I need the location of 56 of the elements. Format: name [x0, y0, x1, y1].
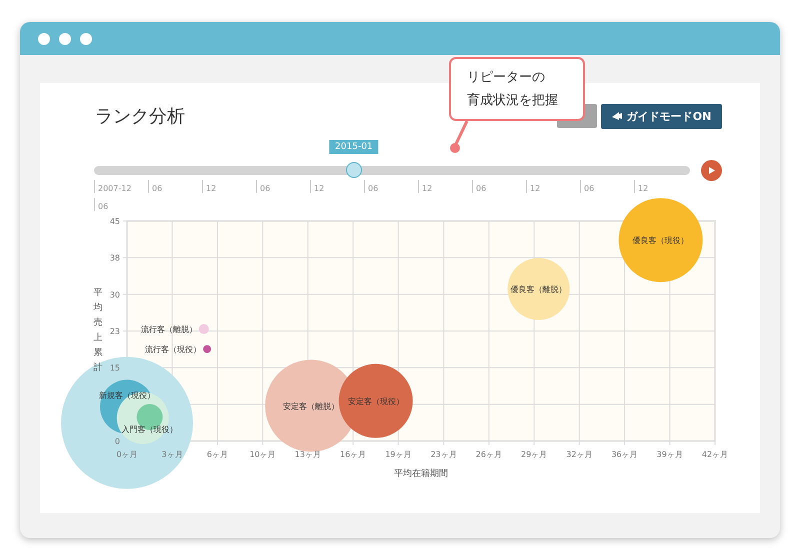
x-axis-label: 6ヶ月 [206, 450, 228, 459]
bubble-label: 安定客（離脱） [283, 402, 340, 411]
callout-text: 育成状況を把握 [467, 92, 558, 110]
timeline-tick-label: 12 [526, 180, 580, 193]
x-axis-title: 平均在籍期間 [394, 469, 448, 479]
timeline-tick-label: 06 [364, 180, 418, 193]
x-axis-label: 10ヶ月 [250, 450, 276, 459]
x-axis-label: 26ヶ月 [476, 450, 502, 459]
timeline-tick-label: 06 [472, 180, 526, 193]
current-date-tooltip: 2015-01 [329, 140, 379, 154]
x-axis-label: 19ヶ月 [385, 450, 412, 459]
y-axis-label: 30 [110, 290, 120, 300]
bubble-label: 流行客（現役） [145, 345, 202, 354]
x-axis-label: 42ヶ月 [702, 450, 728, 459]
bubble-label: 流行客（離脱） [140, 325, 197, 334]
bubble[interactable] [203, 345, 212, 354]
timeline-tick-label: 12 [310, 180, 364, 193]
x-axis-label: 13ヶ月 [294, 450, 321, 459]
timeline-tick-label: 06 [148, 180, 202, 193]
bubble-label: 入門客（現役） [122, 425, 178, 434]
x-axis-label: 0ヶ月 [116, 450, 138, 459]
play-icon [708, 167, 714, 174]
bubble[interactable] [338, 364, 413, 438]
bubble-label: 優良客（現役） [632, 236, 689, 246]
y-axis-label: 23 [110, 327, 120, 336]
x-axis-label: 16ヶ月 [340, 450, 366, 459]
timeline-tick-label: 06 [94, 198, 148, 211]
timeline-handle[interactable] [346, 162, 362, 178]
timeline-tick-label: 06 [580, 180, 634, 193]
timeline-tick-label: 12 [418, 180, 472, 193]
x-axis-label: 32ヶ月 [566, 450, 592, 459]
x-axis-label: 3ヶ月 [162, 450, 183, 459]
x-axis-label: 39ヶ月 [656, 450, 683, 459]
window-dot [59, 32, 71, 44]
timeline-tick-label: 06 [256, 180, 310, 193]
guide-mode-button[interactable]: ガイドモードON [601, 104, 722, 128]
window-dot [80, 32, 92, 44]
x-axis-label: 23ヶ月 [430, 450, 457, 459]
page-title: ランク分析 [95, 105, 185, 128]
y-axis-label: 15 [110, 364, 120, 373]
timeline-tick-label: 2007-12 [94, 180, 148, 193]
bubble-label: 安定客（現役） [348, 396, 404, 406]
x-axis-label: 29ヶ月 [521, 450, 548, 459]
bubble-label: 優良客（離脱） [510, 284, 567, 294]
bubble[interactable] [508, 258, 570, 320]
y-axis-label: 45 [110, 217, 120, 226]
window-dot [38, 32, 50, 44]
bubble[interactable] [618, 198, 703, 282]
y-axis-title: 平均売上累計 [94, 288, 102, 373]
callout-text: リピーターの [467, 69, 545, 87]
play-button[interactable] [701, 160, 722, 181]
x-axis-label: 36ヶ月 [611, 450, 638, 459]
timeline-tick-label: 12 [634, 180, 688, 193]
y-axis-label: 0 [114, 437, 120, 446]
timeline-tick-label: 12 [202, 180, 256, 193]
y-axis-label: 38 [110, 254, 120, 263]
